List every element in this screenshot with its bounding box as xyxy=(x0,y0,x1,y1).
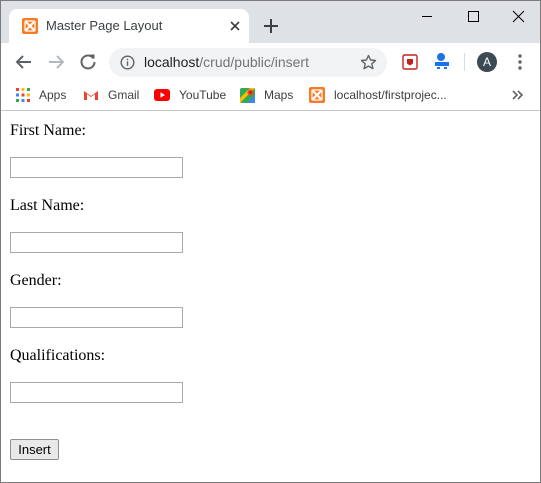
gender-label: Gender: xyxy=(10,272,62,289)
bookmarks-bar: Apps Gmail YouTube Maps localhost/firstp… xyxy=(1,81,540,111)
gmail-icon xyxy=(84,91,98,100)
address-bar[interactable]: localhost/crud/public/insert xyxy=(109,48,387,77)
tab-master-page-layout[interactable]: Master Page Layout xyxy=(9,9,249,43)
forward-arrow-icon[interactable] xyxy=(46,52,66,72)
chevron-double-right-icon[interactable] xyxy=(510,87,526,103)
url-text[interactable]: localhost/crud/public/insert xyxy=(144,55,309,70)
url-path: /crud/public/insert xyxy=(199,54,309,70)
apps-grid-icon xyxy=(16,88,30,102)
maximize-icon[interactable] xyxy=(450,1,496,31)
qualifications-label: Qualifications: xyxy=(10,347,106,364)
toolbar-separator xyxy=(464,53,465,71)
extension-shield-icon[interactable] xyxy=(402,54,418,70)
qualifications-input[interactable] xyxy=(10,382,183,403)
bookmark-youtube[interactable]: YouTube xyxy=(154,86,226,104)
close-tab-icon[interactable] xyxy=(227,18,243,34)
gender-input[interactable] xyxy=(10,307,183,328)
minimize-icon[interactable] xyxy=(404,1,450,31)
info-icon[interactable] xyxy=(120,55,135,70)
bookmark-star-icon[interactable] xyxy=(360,54,377,71)
bookmark-apps[interactable]: Apps xyxy=(16,86,66,104)
first-name-label: First Name: xyxy=(10,122,86,139)
more-menu-icon[interactable] xyxy=(510,52,530,72)
xampp-icon xyxy=(22,18,38,34)
close-window-icon[interactable] xyxy=(496,1,541,31)
maps-icon xyxy=(240,87,255,103)
youtube-icon xyxy=(154,89,170,101)
last-name-input[interactable] xyxy=(10,232,183,253)
extension-network-icon[interactable] xyxy=(433,52,451,70)
bookmark-label: YouTube xyxy=(179,88,227,102)
new-tab-icon[interactable] xyxy=(261,16,281,36)
xampp-icon xyxy=(309,87,325,103)
tab-strip: Master Page Layout xyxy=(1,1,540,43)
last-name-label: Last Name: xyxy=(10,197,85,214)
bookmark-localhost[interactable]: localhost/firstprojec... xyxy=(309,86,447,104)
bookmark-maps[interactable]: Maps xyxy=(240,86,293,104)
bookmark-label: Maps xyxy=(264,88,294,102)
profile-avatar[interactable]: A xyxy=(477,52,497,72)
bookmark-label: Gmail xyxy=(108,88,140,102)
insert-button[interactable]: Insert xyxy=(10,439,59,460)
first-name-input[interactable] xyxy=(10,157,183,178)
browser-window: Master Page Layout localhost/crud/public… xyxy=(0,0,541,483)
page-content: First Name: Last Name: Gender: Qualifica… xyxy=(1,112,540,482)
toolbar: localhost/crud/public/insert A xyxy=(1,43,540,81)
bookmark-label: Apps xyxy=(39,88,67,102)
bookmark-gmail[interactable]: Gmail xyxy=(83,86,139,104)
tab-title: Master Page Layout xyxy=(46,18,163,33)
url-host: localhost xyxy=(144,54,200,70)
back-arrow-icon[interactable] xyxy=(14,52,34,72)
bookmark-label: localhost/firstprojec... xyxy=(334,88,447,102)
reload-icon[interactable] xyxy=(78,52,98,72)
